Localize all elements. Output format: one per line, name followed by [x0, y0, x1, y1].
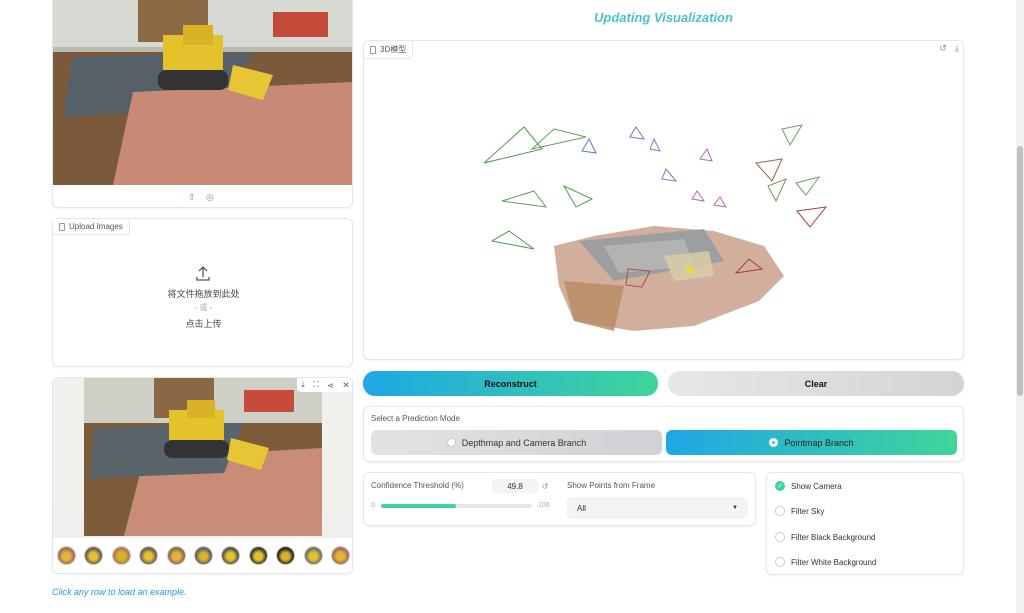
- confidence-label: Confidence Threshold (%): [371, 481, 464, 490]
- or-text: - 或 -: [194, 303, 213, 312]
- thumbnail[interactable]: [111, 546, 131, 565]
- confidence-slider-fill: [381, 504, 457, 508]
- frame-label: Show Points from Frame: [567, 481, 656, 490]
- confidence-max: 100: [538, 502, 550, 509]
- checkbox-filter-black[interactable]: Filter Black Background: [775, 532, 875, 542]
- page-scrollbar[interactable]: [1016, 0, 1024, 613]
- model3d-panel[interactable]: 3D模型 ↺ ⤓: [363, 40, 964, 360]
- options-panel: ✓ Show Camera Filter Sky Filter Black Ba…: [766, 472, 964, 575]
- gallery-panel: ⤓ ⛶ ⋖ ✕: [52, 377, 353, 574]
- thumbnail[interactable]: [57, 546, 76, 565]
- checkbox-filter-sky[interactable]: Filter Sky: [775, 506, 824, 516]
- upload-icon[interactable]: ⇧: [188, 192, 196, 203]
- checked-icon: ✓: [775, 481, 785, 491]
- thumbnail[interactable]: [166, 546, 186, 565]
- drop-text: 将文件拖放到此处: [167, 289, 240, 299]
- bulldozer-image: [53, 0, 352, 185]
- checkbox-show-camera[interactable]: ✓ Show Camera: [775, 481, 842, 491]
- gallery-thumbnails: [57, 546, 350, 565]
- confidence-value-input[interactable]: 49.8: [492, 479, 538, 493]
- chevron-down-icon: ▼: [732, 505, 738, 511]
- examples-hint: Click any row to load an example.: [52, 587, 187, 597]
- unchecked-icon: [775, 506, 785, 516]
- thumbnail[interactable]: [139, 546, 159, 565]
- thumbnail[interactable]: [193, 546, 213, 565]
- confidence-min: 0: [371, 502, 375, 509]
- page-title: Updating Visualization: [594, 10, 733, 25]
- download-icon[interactable]: ⤓: [301, 380, 305, 390]
- radio-pointmap[interactable]: Pointmap Branch: [666, 430, 957, 455]
- thumbnail[interactable]: [84, 546, 104, 565]
- thumbnail[interactable]: [330, 546, 350, 565]
- share-icon[interactable]: ⋖: [327, 381, 334, 390]
- clear-button[interactable]: Clear: [668, 371, 964, 396]
- webcam-icon[interactable]: ◎: [206, 192, 214, 203]
- checkbox-filter-white[interactable]: Filter White Background: [775, 557, 876, 567]
- prediction-mode-panel: Select a Prediction Mode Depthmap and Ca…: [363, 406, 964, 462]
- gallery-preview-image: [84, 378, 322, 536]
- fullscreen-icon[interactable]: ⛶: [313, 380, 319, 390]
- reconstruct-button[interactable]: Reconstruct: [363, 371, 658, 396]
- frame-select[interactable]: All ▼: [567, 497, 748, 519]
- input-image-panel: ⇧ ◎: [52, 0, 353, 208]
- upload-icon: [194, 265, 212, 283]
- unchecked-icon: [775, 532, 785, 542]
- upload-images-dropzone[interactable]: Upload Images 将文件拖放到此处 - 或 - 点击上传: [52, 218, 353, 367]
- unchecked-icon: [775, 557, 785, 567]
- reset-icon[interactable]: ↺: [540, 481, 550, 491]
- radio-selected-icon: [769, 438, 779, 447]
- thumbnail[interactable]: [221, 546, 241, 565]
- gallery-toolbar: ⤓ ⛶ ⋖ ✕: [297, 378, 352, 392]
- thumbnail[interactable]: [248, 546, 268, 565]
- prediction-mode-label: Select a Prediction Mode: [371, 414, 460, 423]
- confidence-slider[interactable]: [381, 504, 532, 508]
- frame-select-value: All: [577, 503, 586, 513]
- point-cloud-viewer[interactable]: [364, 41, 964, 360]
- radio-unselected-icon: [446, 438, 456, 447]
- upload-images-label: Upload Images: [53, 219, 130, 235]
- filter-panel: Confidence Threshold (%) 49.8 ↺ 0 100 Sh…: [363, 472, 756, 526]
- file-icon: [59, 222, 65, 231]
- radio-depthmap-camera[interactable]: Depthmap and Camera Branch: [371, 430, 662, 455]
- thumbnail[interactable]: [303, 546, 323, 565]
- scrollbar-thumb[interactable]: [1017, 146, 1023, 396]
- click-upload-text: 点击上传: [185, 319, 222, 329]
- thumbnail[interactable]: [276, 546, 296, 565]
- close-icon[interactable]: ✕: [342, 380, 350, 391]
